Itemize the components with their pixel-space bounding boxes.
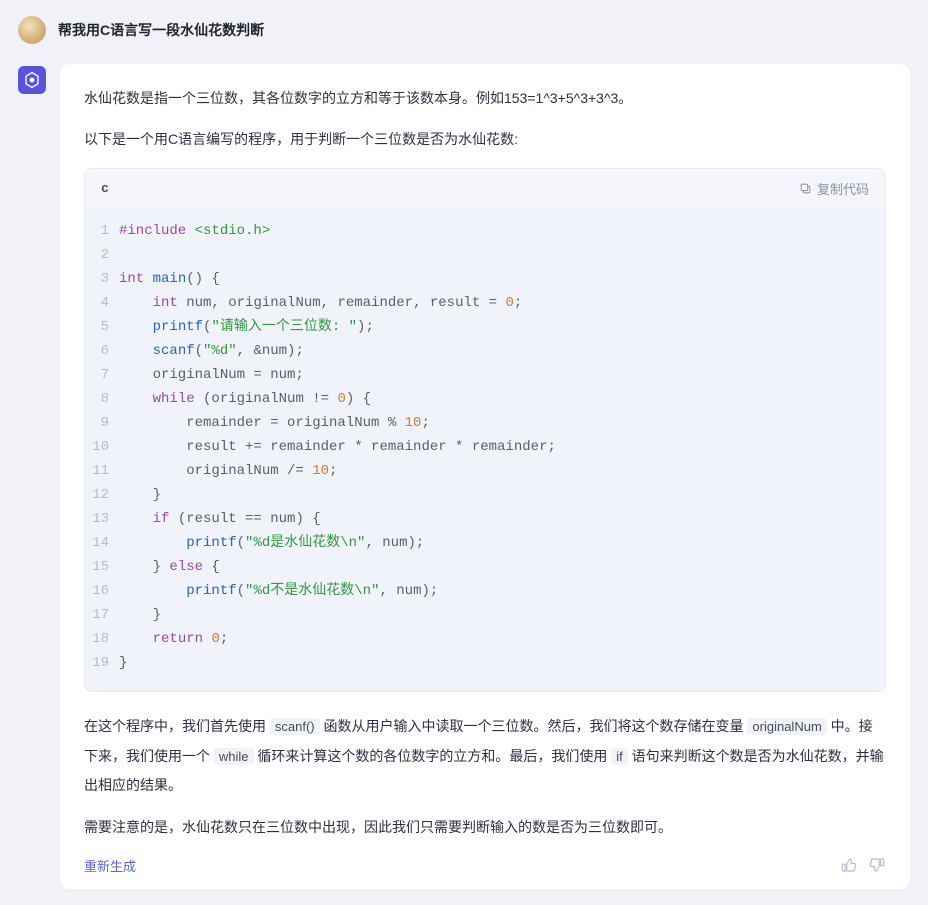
user-message-row: 帮我用C语言写一段水仙花数判断 [18, 16, 910, 44]
thumbs-down-icon [868, 856, 886, 874]
intro-paragraph-1: 水仙花数是指一个三位数，其各位数字的立方和等于该数本身。例如153=1^3+5^… [84, 86, 886, 111]
feedback-buttons [840, 856, 886, 874]
inline-code-if: if [611, 748, 628, 765]
user-avatar [18, 16, 46, 44]
explanation-paragraph-2: 需要注意的是，水仙花数只在三位数中出现，因此我们只需要判断输入的数是否为三位数即… [84, 815, 886, 840]
assistant-message-row: 水仙花数是指一个三位数，其各位数字的立方和等于该数本身。例如153=1^3+5^… [18, 64, 910, 889]
code-content[interactable]: #include <stdio.h> int main() { int num,… [119, 219, 885, 675]
thumbs-up-icon [840, 856, 858, 874]
line-number-gutter: 12345678910111213141516171819 [85, 219, 119, 675]
code-language-label: c [101, 181, 109, 196]
thumbs-up-button[interactable] [840, 856, 858, 874]
intro-paragraph-2: 以下是一个用C语言编写的程序，用于判断一个三位数是否为水仙花数: [84, 127, 886, 152]
inline-code-originalnum: originalNum [747, 718, 826, 735]
inline-code-while: while [214, 748, 254, 765]
inline-code-scanf: scanf() [270, 718, 320, 735]
assistant-avatar [18, 66, 46, 94]
message-footer: 重新生成 [84, 856, 886, 875]
copy-icon [799, 182, 812, 195]
user-prompt-text: 帮我用C语言写一段水仙花数判断 [58, 20, 264, 40]
assistant-content: 水仙花数是指一个三位数，其各位数字的立方和等于该数本身。例如153=1^3+5^… [60, 64, 910, 889]
regenerate-button[interactable]: 重新生成 [84, 856, 136, 875]
copy-code-button[interactable]: 复制代码 [799, 179, 869, 198]
code-header: c 复制代码 [85, 169, 885, 209]
hexagon-icon [23, 71, 41, 89]
explanation-paragraph-1: 在这个程序中，我们首先使用 scanf() 函数从用户输入中读取一个三位数。然后… [84, 712, 886, 800]
code-block: c 复制代码 12345678910111213141516171819 #in… [84, 168, 886, 692]
code-body: 12345678910111213141516171819 #include <… [85, 209, 885, 691]
copy-code-label: 复制代码 [817, 179, 869, 198]
thumbs-down-button[interactable] [868, 856, 886, 874]
